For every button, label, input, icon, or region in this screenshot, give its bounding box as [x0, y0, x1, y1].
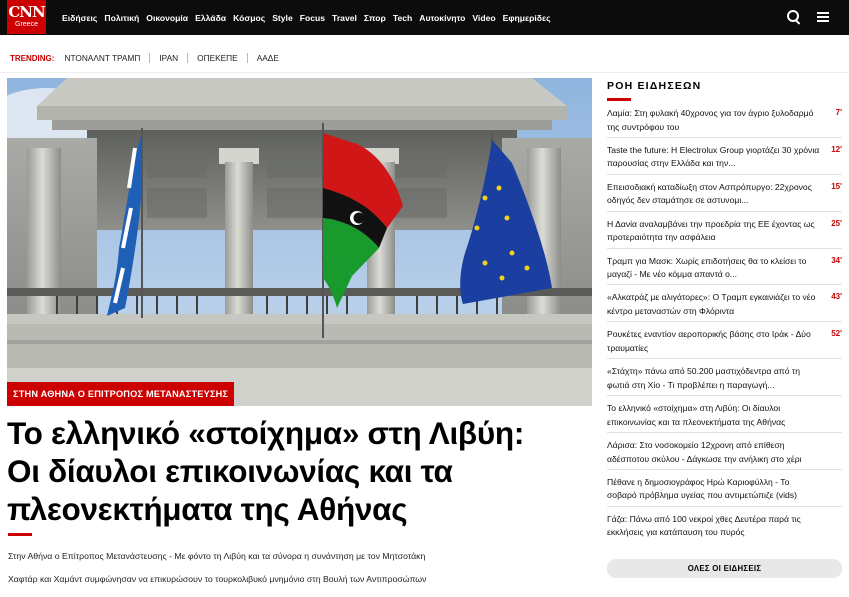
feed-item-time: 15': [831, 181, 842, 191]
feed-item[interactable]: Τραμπ για Μασκ: Χωρίς επιδοτήσεις θα το …: [607, 249, 842, 286]
feed-item[interactable]: Taste the future: Η Electrolux Group γιο…: [607, 138, 842, 175]
feed-item[interactable]: Το ελληνικό «στοίχημα» στη Λιβύη: Οι δία…: [607, 396, 842, 434]
feed-item-title: Ρουκέτες εναντίον αεροπορικής βάσης στο …: [607, 329, 811, 353]
feed-item-title: Πέθανε η δημοσιογράφος Ηρώ Καριοφύλλη - …: [607, 476, 797, 501]
trending-item[interactable]: ΝΤΟΝΑΛΝΤ ΤΡΑΜΠ: [64, 53, 149, 63]
nav-item[interactable]: Travel: [332, 13, 357, 23]
menu-line: [817, 12, 829, 14]
top-navigation-bar: CNN Greece Ειδήσεις Πολιτική Οικονομία Ε…: [0, 0, 849, 35]
main-headline[interactable]: Το ελληνικό «στοίχημα» στη Λιβύη: Οι δία…: [7, 414, 597, 528]
logo-brand: CNN: [8, 3, 45, 21]
trending-label: TRENDING:: [10, 53, 55, 63]
related-link[interactable]: Στην Αθήνα ο Επίτροπος Μετανάστευσης - Μ…: [8, 545, 508, 568]
building-with-flags-photo: [7, 78, 592, 406]
feed-item-title: «Στάχτη» πάνω από 50.200 μαστιχόδεντρα α…: [607, 366, 801, 390]
feed-item-title: Λάρισα: Στο νοσοκομείο 12χρονη από επίθε…: [607, 440, 802, 464]
feed-item[interactable]: Επεισοδιακή καταδίωξη στον Ασπρόπυργο: 2…: [607, 175, 842, 212]
nav-item[interactable]: Focus: [300, 13, 325, 23]
all-news-button[interactable]: ΟΛΕΣ ΟΙ ΕΙΔΗΣΕΙΣ: [607, 559, 842, 578]
logo-edition: Greece: [15, 21, 38, 28]
nav-item[interactable]: Εφημερίδες: [503, 13, 551, 23]
nav-item[interactable]: Αυτοκίνητο: [419, 13, 465, 23]
search-icon[interactable]: [786, 9, 802, 25]
hero-image[interactable]: [7, 78, 592, 406]
menu-line: [817, 20, 829, 22]
feed-item-time: 25': [831, 218, 842, 228]
feed-item[interactable]: Ρουκέτες εναντίον αεροπορικής βάσης στο …: [607, 322, 842, 360]
nav-item[interactable]: Style: [272, 13, 293, 23]
nav-item[interactable]: Σπορ: [364, 13, 386, 23]
feed-item[interactable]: Λάρισα: Στο νοσοκομείο 12χρονη από επίθε…: [607, 433, 842, 470]
news-feed-title: ΡΟΗ ΕΙΔΗΣΕΩΝ: [607, 80, 702, 92]
nav-item[interactable]: Ειδήσεις: [62, 13, 97, 23]
trending-bar: TRENDING: ΝΤΟΝΑΛΝΤ ΤΡΑΜΠ ΙΡΑΝ ΟΠΕΚΕΠΕ ΑΑ…: [10, 52, 288, 64]
menu-line: [817, 16, 829, 18]
nav-item[interactable]: Video: [472, 13, 495, 23]
headline-line: πλεονεκτήματα της Αθήνας: [7, 491, 408, 527]
article-kicker[interactable]: ΣΤΗΝ ΑΘΗΝΑ Ο ΕΠΙΤΡΟΠΟΣ ΜΕΤΑΝΑΣΤΕΥΣΗΣ: [7, 382, 235, 406]
feed-item[interactable]: Πέθανε η δημοσιογράφος Ηρώ Καριοφύλλη - …: [607, 470, 842, 507]
cnn-greece-logo[interactable]: CNN Greece: [7, 0, 46, 34]
accent-bar: [8, 533, 32, 536]
nav-item[interactable]: Κόσμος: [233, 13, 265, 23]
feed-item-title: «Αλκατράζ με αλιγάτορες»: Ο Τραμπ εγκαιν…: [607, 292, 816, 316]
feed-item[interactable]: Γάζα: Πάνω από 100 νεκροί χθες Δευτέρα π…: [607, 507, 842, 544]
trending-item[interactable]: ΙΡΑΝ: [149, 53, 187, 63]
feed-item[interactable]: «Αλκατράζ με αλιγάτορες»: Ο Τραμπ εγκαιν…: [607, 285, 842, 323]
nav-item[interactable]: Οικονομία: [146, 13, 188, 23]
feed-item[interactable]: Η Δανία αναλαμβάνει την προεδρία της ΕΕ …: [607, 212, 842, 249]
feed-item-title: Τραμπ για Μασκ: Χωρίς επιδοτήσεις θα το …: [607, 255, 807, 280]
feed-item-title: Λαμία: Στη φυλακή 40χρονος για τον άγριο…: [607, 108, 814, 132]
feed-item[interactable]: «Στάχτη» πάνω από 50.200 μαστιχόδεντρα α…: [607, 359, 842, 397]
feed-item-time: 12': [831, 144, 842, 154]
feed-item-title: Το ελληνικό «στοίχημα» στη Λιβύη: Οι δία…: [607, 403, 786, 427]
divider: [0, 72, 849, 73]
related-links: Στην Αθήνα ο Επίτροπος Μετανάστευσης - Μ…: [8, 545, 508, 591]
feed-item-title: Η Δανία αναλαμβάνει την προεδρία της ΕΕ …: [607, 218, 815, 243]
nav-item[interactable]: Πολιτική: [104, 13, 139, 23]
headline-line: Οι δίαυλοι επικοινωνίας και τα: [7, 453, 453, 489]
feed-item-time: 52': [831, 329, 842, 339]
headline-line: Το ελληνικό «στοίχημα» στη Λιβύη:: [7, 415, 525, 451]
related-link[interactable]: Χαφτάρ και Χαμάντ συμφώνησαν να επικυρώσ…: [8, 568, 508, 591]
feed-item-time: 43': [831, 292, 842, 302]
feed-item-time: 7': [835, 108, 842, 117]
feed-item[interactable]: Λαμία: Στη φυλακή 40χρονος για τον άγριο…: [607, 101, 842, 138]
feed-item-title: Επεισοδιακή καταδίωξη στον Ασπρόπυργο: 2…: [607, 181, 812, 206]
feed-item-title: Γάζα: Πάνω από 100 νεκροί χθες Δευτέρα π…: [607, 513, 801, 538]
trending-item[interactable]: ΟΠΕΚΕΠΕ: [187, 53, 247, 63]
news-feed-list: Λαμία: Στη φυλακή 40χρονος για τον άγριο…: [607, 101, 842, 544]
main-nav: Ειδήσεις Πολιτική Οικονομία Ελλάδα Κόσμο…: [62, 0, 558, 35]
nav-item[interactable]: Tech: [393, 13, 412, 23]
feed-item-title: Taste the future: Η Electrolux Group γιο…: [607, 144, 820, 169]
hamburger-menu-icon[interactable]: [816, 9, 832, 25]
nav-item[interactable]: Ελλάδα: [195, 13, 226, 23]
feed-item-time: 34': [831, 255, 842, 265]
trending-item[interactable]: ΑΑΔΕ: [246, 53, 288, 63]
